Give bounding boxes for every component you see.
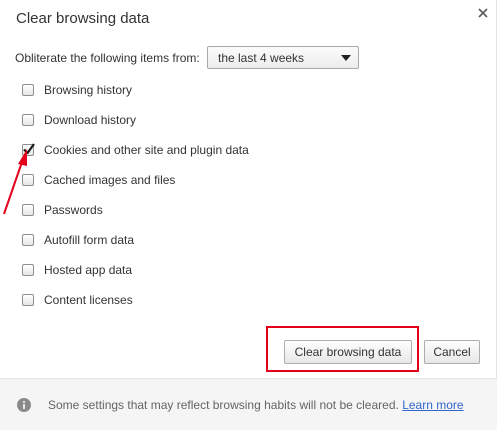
time-range-value: the last 4 weeks (218, 51, 305, 65)
learn-more-link[interactable]: Learn more (402, 398, 463, 412)
time-range-label: Obliterate the following items from: (15, 51, 200, 65)
dialog-footer: Some settings that may reflect browsing … (0, 378, 497, 430)
option-download-history[interactable]: Download history (22, 112, 136, 128)
checkbox[interactable] (22, 114, 34, 126)
checkmark-icon (23, 143, 35, 155)
option-label: Passwords (44, 203, 103, 217)
option-browsing-history[interactable]: Browsing history (22, 82, 132, 98)
checkbox[interactable] (22, 264, 34, 276)
time-range-row: Obliterate the following items from: (15, 46, 200, 70)
checkbox[interactable] (22, 84, 34, 96)
option-label: Cookies and other site and plugin data (44, 143, 249, 157)
option-label: Download history (44, 113, 137, 127)
option-content-licenses[interactable]: Content licenses (22, 292, 133, 308)
option-passwords[interactable]: Passwords (22, 202, 103, 218)
checkbox[interactable] (22, 234, 34, 246)
chevron-down-icon (341, 55, 351, 61)
option-cached-images[interactable]: Cached images and files (22, 172, 175, 188)
option-label: Hosted app data (44, 263, 133, 277)
checkbox[interactable] (22, 174, 34, 186)
option-label: Autofill form data (44, 233, 135, 247)
option-autofill[interactable]: Autofill form data (22, 232, 134, 248)
cancel-button[interactable]: Cancel (424, 340, 480, 364)
info-icon (17, 398, 31, 412)
time-range-select[interactable]: the last 4 weeks (207, 46, 359, 69)
footer-notice-text: Some settings that may reflect browsing … (48, 398, 399, 412)
option-cookies[interactable]: Cookies and other site and plugin data (22, 142, 249, 158)
option-label: Cached images and files (44, 173, 176, 187)
dialog-title: Clear browsing data (16, 10, 150, 27)
checkbox[interactable] (22, 204, 34, 216)
option-label: Content licenses (44, 293, 133, 307)
clear-browsing-data-button[interactable]: Clear browsing data (284, 340, 412, 364)
option-hosted-app-data[interactable]: Hosted app data (22, 262, 132, 278)
close-icon[interactable] (476, 6, 490, 20)
footer-notice: Some settings that may reflect browsing … (48, 398, 464, 412)
clear-browsing-data-dialog: Clear browsing data Obliterate the follo… (0, 0, 497, 430)
option-label: Browsing history (44, 83, 133, 97)
checkbox-checked[interactable] (22, 143, 35, 156)
checkbox[interactable] (22, 294, 34, 306)
